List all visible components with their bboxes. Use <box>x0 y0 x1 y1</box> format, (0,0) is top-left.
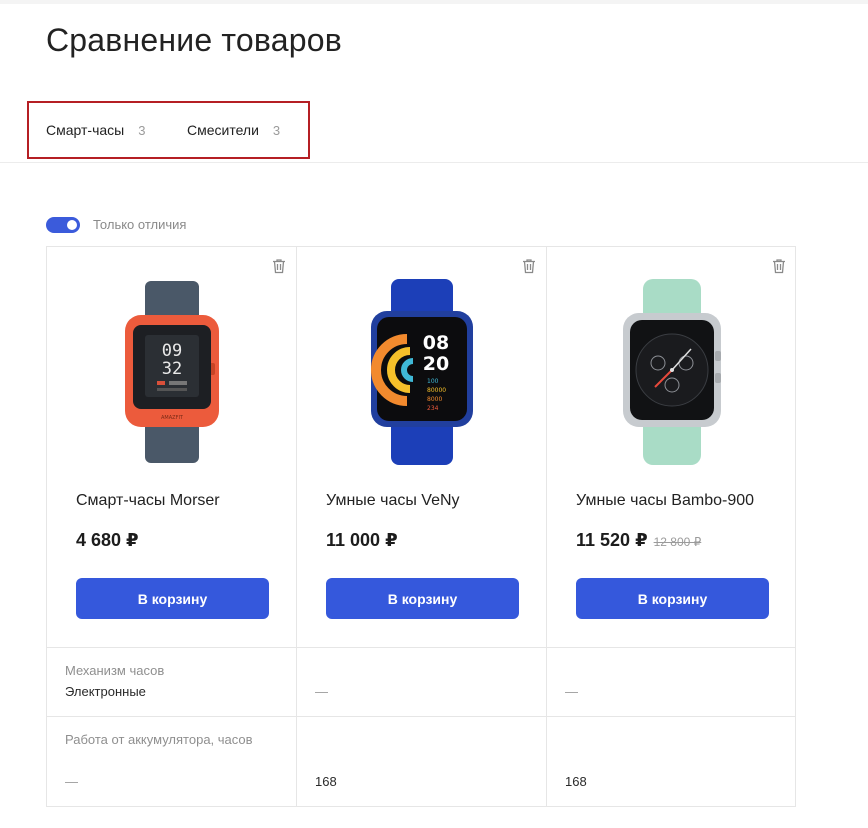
trash-icon[interactable] <box>522 258 536 274</box>
price-value: 4 680 ₽ <box>76 530 139 550</box>
tab-label: Смарт-часы <box>46 122 125 138</box>
watch-minutes: 20 <box>423 353 449 375</box>
spec-value: 168 <box>315 774 337 789</box>
trash-icon[interactable] <box>272 258 286 274</box>
old-price: 12 800 ₽ <box>653 535 702 549</box>
watch-stat: 100 <box>427 378 439 385</box>
add-to-cart-button[interactable]: В корзину <box>326 578 519 619</box>
tab-label: Смесители <box>187 122 259 138</box>
product-price: 11 520 ₽ 12 800 ₽ <box>576 530 701 551</box>
spec-value: — <box>565 684 578 699</box>
watch-hours: 08 <box>423 332 449 354</box>
trash-icon[interactable] <box>772 258 786 274</box>
smartwatch-blue-icon[interactable]: 08 20 100 80000 8000 234 <box>367 277 477 467</box>
tab-count: 3 <box>272 123 281 138</box>
add-to-cart-button[interactable]: В корзину <box>76 578 269 619</box>
svg-text:AMAZFIT: AMAZFIT <box>161 415 184 421</box>
product-price: 4 680 ₽ <box>76 530 139 551</box>
product-card: 08 20 100 80000 8000 234 Умные часы VeNy… <box>297 247 546 647</box>
spec-value: — <box>315 684 328 699</box>
spec-value: Электронные <box>65 684 146 699</box>
add-to-cart-button[interactable]: В корзину <box>576 578 769 619</box>
watch-hours: 09 <box>162 341 182 361</box>
watch-minutes: 32 <box>162 359 182 379</box>
product-card: 09 32 AMAZFIT Смарт-часы Morser 4 680 ₽ … <box>47 247 296 647</box>
tabs-divider <box>0 162 868 163</box>
only-differences-toggle[interactable] <box>46 217 80 233</box>
tab-mixers[interactable]: Смесители 3 <box>187 122 280 138</box>
spec-label: Механизм часов <box>65 663 165 678</box>
product-name[interactable]: Смарт-часы Morser <box>76 492 220 510</box>
page-title: Сравнение товаров <box>46 22 342 58</box>
price-value: 11 000 ₽ <box>326 530 398 550</box>
watch-stat: 8000 <box>427 396 442 403</box>
tab-count: 3 <box>138 123 146 138</box>
product-name[interactable]: Умные часы VeNy <box>326 492 460 510</box>
spec-value: — <box>65 774 78 789</box>
smartwatch-orange-icon[interactable]: 09 32 AMAZFIT <box>117 277 227 467</box>
product-card: Умные часы Bambo-900 11 520 ₽ 12 800 ₽ В … <box>547 247 796 647</box>
smartwatch-mint-icon[interactable] <box>617 277 727 467</box>
toggle-knob <box>67 220 77 230</box>
only-differences-label: Только отличия <box>93 217 187 232</box>
spec-label: Работа от аккумулятора, часов <box>65 732 253 747</box>
product-name[interactable]: Умные часы Bambo-900 <box>576 492 754 510</box>
watch-stat: 80000 <box>427 387 446 394</box>
watch-stat: 234 <box>427 405 439 412</box>
comparison-table: 09 32 AMAZFIT Смарт-часы Morser 4 680 ₽ … <box>46 246 796 807</box>
tab-smartwatches[interactable]: Смарт-часы 3 <box>46 122 145 138</box>
top-shadow-line <box>0 0 868 4</box>
row-divider <box>47 716 795 717</box>
spec-value: 168 <box>565 774 587 789</box>
product-price: 11 000 ₽ <box>326 530 398 551</box>
row-divider <box>47 647 795 648</box>
price-value: 11 520 ₽ <box>576 530 648 550</box>
